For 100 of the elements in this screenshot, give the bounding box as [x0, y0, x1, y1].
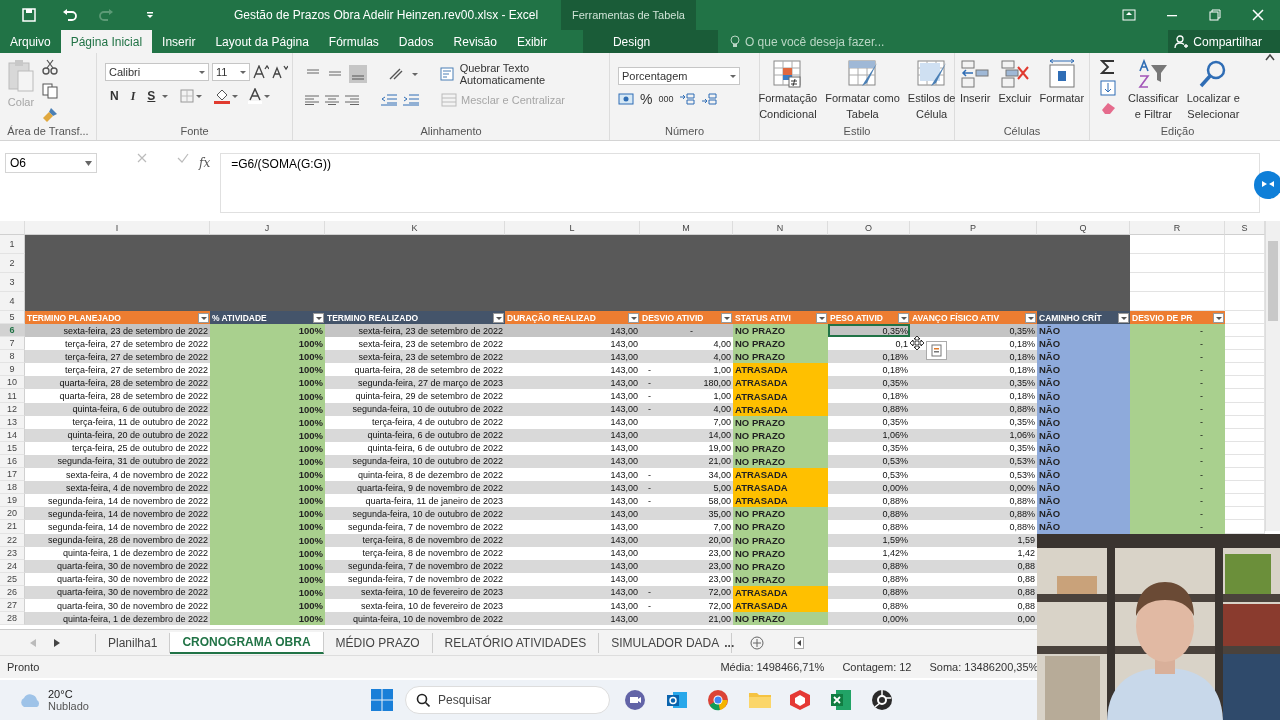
- ribbon-tab[interactable]: Fórmulas: [318, 30, 389, 53]
- font-size-field[interactable]: 11: [212, 63, 250, 81]
- name-box[interactable]: O6: [5, 153, 97, 173]
- add-sheet-icon[interactable]: [750, 635, 765, 650]
- sum-icon[interactable]: [1100, 59, 1116, 75]
- filter-button[interactable]: [1213, 312, 1224, 323]
- column-header[interactable]: M: [640, 221, 733, 235]
- ribbon-tab[interactable]: Inserir: [152, 30, 206, 53]
- style-button[interactable]: Formatar como Tabela: [823, 57, 902, 125]
- ribbon-tab[interactable]: Página Inicial: [60, 30, 153, 53]
- fill-down-icon[interactable]: [1100, 80, 1116, 96]
- align-center-icon[interactable]: [325, 95, 339, 105]
- caret-icon[interactable]: [199, 70, 205, 74]
- close-icon[interactable]: [1252, 9, 1264, 21]
- row-number[interactable]: 4: [0, 292, 25, 311]
- shrink-font-icon[interactable]: [272, 65, 288, 79]
- row-number[interactable]: 21: [0, 520, 25, 534]
- column-header[interactable]: J: [210, 221, 325, 235]
- filter-button[interactable]: [1025, 312, 1036, 323]
- ribbon-tab[interactable]: Dados: [388, 30, 444, 53]
- browser-icon[interactable]: [707, 689, 729, 711]
- save-icon[interactable]: [22, 8, 36, 22]
- filter-button[interactable]: [816, 312, 827, 323]
- editing-button[interactable]: Localizar e Selecionar: [1184, 57, 1242, 125]
- caret-icon[interactable]: [730, 74, 736, 78]
- row-number[interactable]: 9: [0, 363, 25, 377]
- currency-icon[interactable]: [618, 93, 634, 105]
- filter-button[interactable]: [628, 312, 639, 323]
- formula-field[interactable]: =G6/(SOMA(G:G)): [220, 153, 1260, 213]
- filter-button[interactable]: [898, 312, 909, 323]
- row-number[interactable]: 10: [0, 376, 25, 390]
- row-number[interactable]: 17: [0, 468, 25, 482]
- filter-button[interactable]: [493, 312, 504, 323]
- filter-button[interactable]: [198, 312, 209, 323]
- thousands-button[interactable]: 000: [658, 94, 674, 104]
- caret-icon[interactable]: [240, 70, 246, 74]
- caret-icon[interactable]: [412, 72, 419, 76]
- caret-icon[interactable]: [264, 94, 271, 98]
- row-number[interactable]: 19: [0, 494, 25, 508]
- paintbrush-icon[interactable]: [42, 107, 58, 123]
- underline-button[interactable]: S: [142, 89, 161, 103]
- vertical-scrollbar[interactable]: [1265, 221, 1280, 531]
- sheet-tab[interactable]: RELATÓRIO ATIVIDADES: [432, 632, 600, 653]
- style-button[interactable]: Estilos de Célula: [905, 57, 958, 125]
- ribbon-tab[interactable]: Arquivo: [0, 30, 61, 53]
- ribbon-tab[interactable]: Design: [582, 30, 718, 53]
- column-header[interactable]: R: [1130, 221, 1225, 235]
- customize-icon[interactable]: [146, 11, 154, 19]
- align-left-icon[interactable]: [305, 95, 319, 105]
- ribbon-tab[interactable]: Exibir: [506, 30, 557, 53]
- share-button[interactable]: Compartilhar: [1168, 30, 1280, 53]
- row-number[interactable]: 20: [0, 507, 25, 521]
- style-button[interactable]: Formatação Condicional: [756, 57, 820, 125]
- copy-icon[interactable]: [42, 83, 58, 99]
- wrap-text-button[interactable]: Quebrar Texto Automaticamente: [439, 62, 605, 86]
- filter-button[interactable]: [721, 312, 732, 323]
- caret-icon[interactable]: [162, 94, 169, 98]
- font-color-icon[interactable]: [248, 88, 263, 104]
- aperture-icon[interactable]: [871, 689, 893, 711]
- cube-app-icon[interactable]: [789, 689, 811, 711]
- sheet-tab[interactable]: CRONOGRAMA OBRA: [170, 631, 324, 654]
- taskbar-search-field[interactable]: Pesquisar: [405, 686, 610, 714]
- row-number[interactable]: 3: [0, 273, 25, 292]
- restore-icon[interactable]: [1209, 9, 1221, 21]
- collapse-ribbon-icon[interactable]: [1265, 53, 1275, 61]
- lightbulb-icon[interactable]: [729, 35, 740, 48]
- ribbon-tab[interactable]: Revisão: [443, 30, 507, 53]
- percent-button[interactable]: %: [640, 91, 653, 107]
- mail-app-icon[interactable]: [666, 689, 688, 711]
- column-header[interactable]: I: [25, 221, 210, 235]
- undo-icon[interactable]: [62, 8, 78, 22]
- column-header[interactable]: L: [505, 221, 640, 235]
- round-badge-icon[interactable]: [1253, 170, 1280, 200]
- ribbon-display-icon[interactable]: [1122, 9, 1136, 21]
- caret-icon[interactable]: [85, 160, 92, 166]
- column-header[interactable]: Q: [1037, 221, 1130, 235]
- row-number[interactable]: 2: [0, 254, 25, 273]
- insert-function-button[interactable]: fx: [199, 156, 211, 170]
- column-header[interactable]: O: [828, 221, 910, 235]
- row-number[interactable]: 11: [0, 389, 25, 403]
- scissors-icon[interactable]: [42, 59, 58, 75]
- cells-button[interactable]: Excluir: [996, 57, 1034, 125]
- scroll-left-icon[interactable]: [794, 636, 805, 649]
- sheet-tab[interactable]: MÉDIO PRAZO: [323, 632, 433, 653]
- person-add-icon[interactable]: [1174, 34, 1189, 49]
- column-header[interactable]: N: [733, 221, 828, 235]
- row-number[interactable]: 18: [0, 481, 25, 495]
- editing-button[interactable]: Classificar e Filtrar: [1126, 57, 1181, 125]
- column-header[interactable]: P: [910, 221, 1037, 235]
- cells-button[interactable]: Inserir: [957, 57, 993, 125]
- filter-button[interactable]: [313, 312, 324, 323]
- number-format-field[interactable]: Porcentagem: [618, 67, 740, 85]
- row-number[interactable]: 7: [0, 337, 25, 351]
- fill-color-icon[interactable]: [214, 88, 231, 104]
- paste-options-icon[interactable]: [926, 341, 947, 360]
- bold-button[interactable]: N: [105, 89, 124, 103]
- filter-button[interactable]: [1118, 312, 1129, 323]
- font-name-field[interactable]: Calibri: [105, 63, 209, 81]
- align-right-icon[interactable]: [345, 95, 359, 105]
- grow-font-icon[interactable]: [253, 65, 269, 79]
